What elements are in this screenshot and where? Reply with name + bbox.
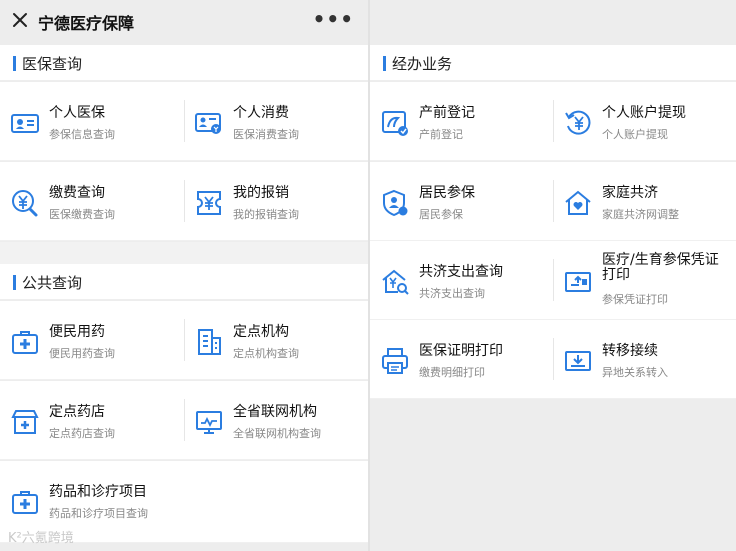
menu-item-name: 我的报销 <box>233 185 289 201</box>
yuan-search-icon <box>12 190 38 217</box>
menu-item-name: 居民参保 <box>419 185 475 201</box>
section-accent-bar <box>13 275 16 290</box>
menu-item-mutual-expense-query[interactable]: 共济支出查询 共济支出查询 <box>370 241 553 320</box>
menu-item-name: 个人消费 <box>233 105 289 121</box>
menu-item-name: 缴费查询 <box>49 185 105 201</box>
menu-item-certificate-print[interactable]: 医疗/生育参保凭证打印 参保凭证打印 <box>553 241 736 320</box>
more-menu-icon[interactable]: ••• <box>313 7 354 31</box>
menu-item-desc: 医保缴费查询 <box>49 208 115 221</box>
mutual-expense-icon <box>382 269 409 295</box>
menu-row: 医保证明打印 缴费明细打印 转移接续 异地关系转入 <box>370 320 736 399</box>
withdraw-icon <box>565 110 591 135</box>
menu-item-name: 便民用药 <box>49 324 105 340</box>
menu-item-desc: 定点药店查询 <box>49 427 115 440</box>
close-icon[interactable] <box>10 10 30 30</box>
menu-item-name: 转移接续 <box>602 343 658 359</box>
menu-row: 定点药店 定点药店查询 全省联网机构 全省联网机构查询 <box>0 381 368 460</box>
prenatal-icon <box>382 111 408 136</box>
section-title: 公共查询 <box>22 274 83 292</box>
menu-item-account-withdrawal[interactable]: 个人账户提现 个人账户提现 <box>553 82 736 161</box>
receipt-icon <box>197 191 221 215</box>
menu-item-name: 定点机构 <box>233 324 289 340</box>
menu-item-name: 个人账户提现 <box>602 105 686 121</box>
menu-row: 产前登记 产前登记 个人账户提现 个人账户提现 <box>370 82 736 161</box>
section-accent-bar <box>13 56 16 71</box>
menu-item-provincial-network[interactable]: 全省联网机构 全省联网机构查询 <box>184 381 368 460</box>
menu-row: 共济支出查询 共济支出查询 医疗/生育参保凭证打印 参保凭证打印 <box>370 241 736 320</box>
menu-item-desc: 药品和诊疗项目查询 <box>49 507 148 520</box>
menu-item-payment-query[interactable]: 缴费查询 医保缴费查询 <box>0 162 184 241</box>
family-home-icon <box>565 190 591 215</box>
building-icon <box>198 329 221 355</box>
section-header-public-query: 公共查询 <box>0 264 368 300</box>
watermark: K²六氪跨境 <box>8 531 74 546</box>
menu-item-desc: 定点机构查询 <box>233 347 299 360</box>
app-title: 宁德医疗保障 <box>38 14 135 33</box>
menu-item-desc: 便民用药查询 <box>49 347 115 360</box>
menu-item-name: 定点药店 <box>49 404 105 420</box>
menu-item-name: 医保证明打印 <box>419 343 503 359</box>
menu-item-desc: 全省联网机构查询 <box>233 427 321 440</box>
menu-item-prenatal-registration[interactable]: 产前登记 产前登记 <box>370 82 553 161</box>
menu-item-name: 家庭共济 <box>602 185 658 201</box>
transfer-icon <box>565 351 591 371</box>
section-accent-bar <box>383 56 386 71</box>
menu-item-family-mutual-aid[interactable]: 家庭共济 家庭共济网调整 <box>553 162 736 241</box>
left-panel: 宁德医疗保障 ••• 医保查询 个人医保 参保信息查询 个人消费 医保消费查询 … <box>0 0 368 551</box>
menu-item-convenient-medicine[interactable]: 便民用药 便民用药查询 <box>0 301 184 380</box>
menu-row: 缴费查询 医保缴费查询 我的报销 我的报销查询 <box>0 162 368 241</box>
menu-item-resident-insurance[interactable]: 居民参保 居民参保 <box>370 162 553 241</box>
medkit-icon <box>12 331 38 354</box>
menu-item-name: 全省联网机构 <box>233 404 317 420</box>
menu-item-desc: 异地关系转入 <box>602 366 668 379</box>
menu-item-transfer-continuation[interactable]: 转移接续 异地关系转入 <box>553 320 736 399</box>
section-header-medical-query: 医保查询 <box>0 45 368 81</box>
menu-item-name: 产前登记 <box>419 105 475 121</box>
section-title: 经办业务 <box>392 55 453 73</box>
pharmacy-store-icon <box>11 410 39 434</box>
section-gap <box>0 242 368 264</box>
menu-item-name: 医疗/生育参保凭证打印 <box>602 252 719 283</box>
menu-row: 便民用药 便民用药查询 定点机构 定点机构查询 <box>0 301 368 380</box>
monitor-network-icon <box>196 411 222 434</box>
menu-item-name: 个人医保 <box>49 105 105 121</box>
menu-row: 个人医保 参保信息查询 个人消费 医保消费查询 <box>0 82 368 161</box>
menu-item-name: 共济支出查询 <box>419 264 503 280</box>
id-card-icon <box>11 114 39 133</box>
menu-item-my-reimbursement[interactable]: 我的报销 我的报销查询 <box>184 162 368 241</box>
section-title: 医保查询 <box>22 55 83 73</box>
resident-shield-icon <box>383 189 408 217</box>
title-bar: 宁德医疗保障 ••• <box>0 0 368 42</box>
menu-item-desc: 医保消费查询 <box>233 128 299 141</box>
menu-item-desc: 缴费明细打印 <box>419 366 485 379</box>
certificate-print-icon <box>565 272 591 292</box>
menu-item-desc: 居民参保 <box>419 208 463 221</box>
menu-item-insurance-proof-print[interactable]: 医保证明打印 缴费明细打印 <box>370 320 553 399</box>
section-header-services: 经办业务 <box>370 45 736 81</box>
menu-item-name: 药品和诊疗项目 <box>49 484 147 500</box>
menu-item-desc: 我的报销查询 <box>233 208 299 221</box>
menu-item-designated-institution[interactable]: 定点机构 定点机构查询 <box>184 301 368 380</box>
menu-row: 居民参保 居民参保 家庭共济 家庭共济网调整 <box>370 162 736 241</box>
menu-item-desc: 产前登记 <box>419 128 463 141</box>
menu-item-desc: 参保信息查询 <box>49 128 115 141</box>
menu-item-desc: 共济支出查询 <box>419 287 485 300</box>
medkit-icon <box>12 491 38 514</box>
right-panel: 经办业务 产前登记 产前登记 个人账户提现 个人账户提现 居民参保 居民参保 家… <box>370 0 736 551</box>
menu-item-designated-pharmacy[interactable]: 定点药店 定点药店查询 <box>0 381 184 460</box>
menu-item-personal-insurance[interactable]: 个人医保 参保信息查询 <box>0 82 184 161</box>
consumption-card-icon <box>195 113 221 134</box>
menu-item-desc: 家庭共济网调整 <box>602 208 679 221</box>
printer-icon <box>382 348 408 374</box>
menu-item-personal-consumption[interactable]: 个人消费 医保消费查询 <box>184 82 368 161</box>
menu-item-desc: 个人账户提现 <box>602 128 668 141</box>
menu-item-desc: 参保凭证打印 <box>602 293 668 306</box>
